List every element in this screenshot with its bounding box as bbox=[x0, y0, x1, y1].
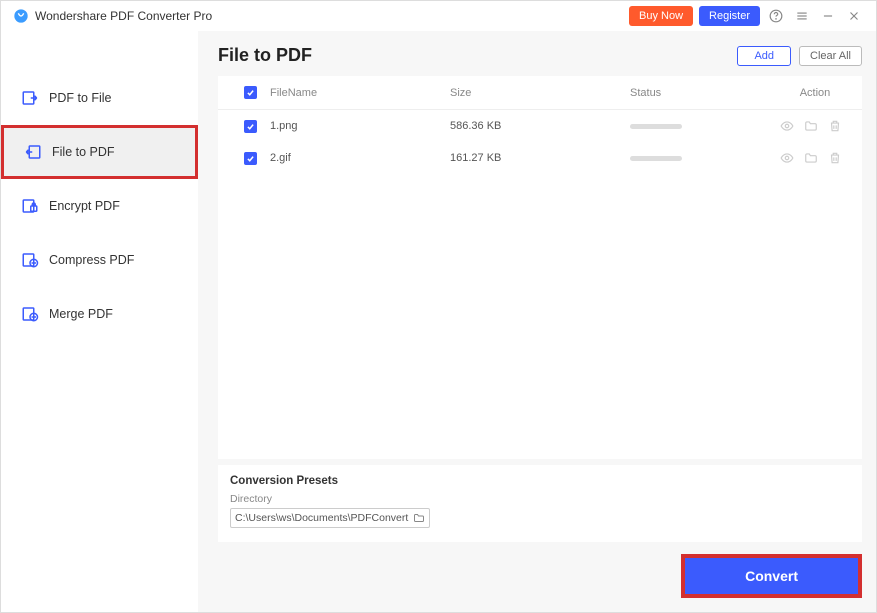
clear-all-button[interactable]: Clear All bbox=[799, 46, 862, 66]
header-size: Size bbox=[450, 87, 630, 99]
header-status: Status bbox=[630, 87, 780, 99]
sidebar: PDF to File File to PDF Encrypt PDF Comp… bbox=[1, 31, 198, 612]
sidebar-item-pdf-to-file[interactable]: PDF to File bbox=[1, 71, 198, 125]
file-table: FileName Size Status Action 1.png 586.36… bbox=[218, 76, 862, 459]
table-row: 1.png 586.36 KB bbox=[218, 110, 862, 142]
app-title: Wondershare PDF Converter Pro bbox=[35, 9, 629, 23]
convert-button[interactable]: Convert bbox=[681, 554, 862, 598]
minimize-icon[interactable] bbox=[818, 6, 838, 26]
header-action: Action bbox=[780, 87, 850, 99]
presets-title: Conversion Presets bbox=[230, 475, 850, 487]
directory-input[interactable]: C:\Users\ws\Documents\PDFConvert bbox=[230, 508, 430, 528]
encrypt-pdf-icon bbox=[21, 197, 39, 215]
row-checkbox[interactable] bbox=[244, 152, 257, 165]
help-icon[interactable] bbox=[766, 6, 786, 26]
register-button[interactable]: Register bbox=[699, 6, 760, 26]
page-title: File to PDF bbox=[218, 45, 737, 66]
delete-icon[interactable] bbox=[828, 151, 842, 165]
buy-now-button[interactable]: Buy Now bbox=[629, 6, 693, 26]
folder-icon[interactable] bbox=[804, 119, 818, 133]
row-checkbox[interactable] bbox=[244, 120, 257, 133]
app-logo-icon bbox=[13, 8, 29, 24]
sidebar-item-label: File to PDF bbox=[52, 145, 115, 159]
table-header: FileName Size Status Action bbox=[218, 76, 862, 110]
progress-bar bbox=[630, 124, 682, 129]
sidebar-item-merge-pdf[interactable]: Merge PDF bbox=[1, 287, 198, 341]
sidebar-item-file-to-pdf[interactable]: File to PDF bbox=[1, 125, 198, 179]
file-size: 161.27 KB bbox=[450, 152, 630, 164]
pdf-to-file-icon bbox=[21, 89, 39, 107]
header-filename: FileName bbox=[270, 87, 450, 99]
table-row: 2.gif 161.27 KB bbox=[218, 142, 862, 174]
select-all-checkbox[interactable] bbox=[244, 86, 257, 99]
file-name: 1.png bbox=[270, 120, 450, 132]
file-size: 586.36 KB bbox=[450, 120, 630, 132]
delete-icon[interactable] bbox=[828, 119, 842, 133]
conversion-presets: Conversion Presets Directory C:\Users\ws… bbox=[218, 465, 862, 542]
file-name: 2.gif bbox=[270, 152, 450, 164]
titlebar: Wondershare PDF Converter Pro Buy Now Re… bbox=[1, 1, 876, 31]
browse-folder-icon[interactable] bbox=[413, 512, 425, 524]
directory-value: C:\Users\ws\Documents\PDFConvert bbox=[235, 512, 413, 524]
folder-icon[interactable] bbox=[804, 151, 818, 165]
sidebar-item-label: Encrypt PDF bbox=[49, 199, 120, 213]
file-to-pdf-icon bbox=[24, 143, 42, 161]
preview-icon[interactable] bbox=[780, 151, 794, 165]
compress-pdf-icon bbox=[21, 251, 39, 269]
sidebar-item-label: Merge PDF bbox=[49, 307, 113, 321]
main-panel: File to PDF Add Clear All FileName Size … bbox=[198, 31, 876, 612]
close-icon[interactable] bbox=[844, 6, 864, 26]
sidebar-item-label: PDF to File bbox=[49, 91, 112, 105]
progress-bar bbox=[630, 156, 682, 161]
menu-icon[interactable] bbox=[792, 6, 812, 26]
sidebar-item-compress-pdf[interactable]: Compress PDF bbox=[1, 233, 198, 287]
sidebar-item-label: Compress PDF bbox=[49, 253, 134, 267]
preview-icon[interactable] bbox=[780, 119, 794, 133]
add-button[interactable]: Add bbox=[737, 46, 791, 66]
directory-label: Directory bbox=[230, 493, 850, 505]
sidebar-item-encrypt-pdf[interactable]: Encrypt PDF bbox=[1, 179, 198, 233]
merge-pdf-icon bbox=[21, 305, 39, 323]
